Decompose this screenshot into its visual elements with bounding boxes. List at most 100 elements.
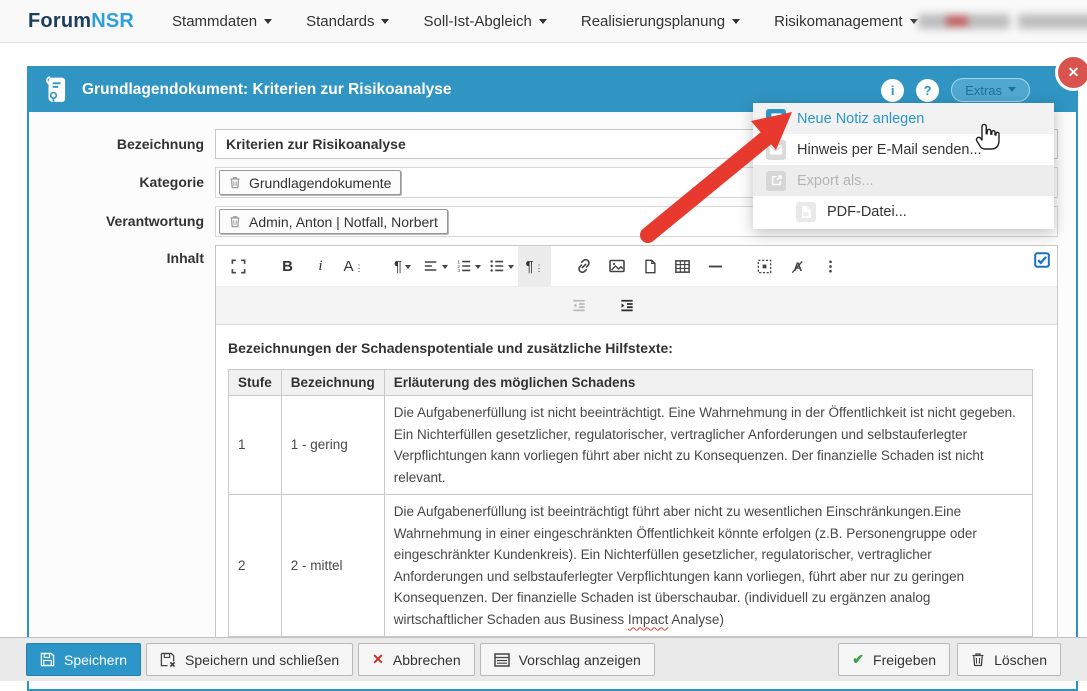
fullscreen-button[interactable] [222, 246, 255, 286]
editor-content[interactable]: Bezeichnungen der Schadenspotentiale und… [216, 325, 1057, 637]
text-format-more-button[interactable]: A⋮ [337, 246, 370, 286]
paragraph-style-button[interactable]: ¶⋮ [518, 246, 551, 286]
unordered-list-button[interactable] [485, 246, 518, 286]
col-header-stufe[interactable]: Stufe [229, 370, 282, 396]
caret-down-icon [264, 19, 272, 28]
cell-erlaeuterung[interactable]: Die Aufgabenerfüllung ist nicht beeinträ… [384, 396, 1032, 495]
outdent-button[interactable] [564, 292, 594, 320]
extras-label: Extras [965, 83, 1002, 98]
cell-bezeichnung[interactable]: 2 - mittel [281, 495, 384, 637]
close-icon: ✕ [1068, 64, 1080, 81]
abbrechen-button[interactable]: ✕ Abbrechen [358, 643, 474, 676]
speichern-und-schliessen-button[interactable]: Speichern und schließen [146, 643, 353, 676]
close-button[interactable]: ✕ [1058, 57, 1087, 88]
user-menu[interactable]: (ADMINISTRATOR) [918, 3, 1087, 39]
cell-stufe[interactable]: 1 [229, 396, 282, 495]
select-all-button[interactable] [748, 246, 781, 286]
more-options-button[interactable] [814, 246, 847, 286]
kategorie-token-label: Grundlagendokumente [249, 175, 391, 191]
menu-standards[interactable]: Standards [306, 13, 389, 30]
editor-toolbar: B i A⋮ ¶ [216, 246, 1057, 287]
menu-label: Stammdaten [172, 13, 257, 30]
redacted-username [918, 14, 1010, 29]
fullscreen-icon [230, 258, 247, 275]
col-header-bezeichnung[interactable]: Bezeichnung [281, 370, 384, 396]
export-icon [766, 171, 786, 191]
save-close-icon [160, 652, 176, 668]
unordered-list-icon [489, 258, 505, 274]
file-icon [642, 258, 658, 275]
trash-icon[interactable] [229, 215, 241, 228]
info-button[interactable]: i [881, 79, 904, 102]
insert-link-button[interactable] [567, 246, 600, 286]
editor-checkbox[interactable] [1034, 252, 1050, 273]
indent-button[interactable] [612, 292, 642, 320]
caret-down-icon [405, 265, 411, 272]
freigeben-button[interactable]: ✔ Freigeben [838, 643, 950, 676]
insert-hr-button[interactable] [699, 246, 732, 286]
spellcheck-word: Impact [628, 612, 669, 627]
ordered-list-icon: 1 2 3 [456, 258, 472, 274]
menu-label: Risikomanagement [774, 13, 902, 30]
note-icon [766, 109, 786, 129]
caret-down-icon [910, 19, 918, 28]
app-logo[interactable]: ForumNSR [28, 10, 134, 33]
loeschen-button[interactable]: Löschen [957, 643, 1061, 676]
cell-bezeichnung[interactable]: 1 - gering [281, 396, 384, 495]
info-icon: i [891, 83, 895, 98]
speichern-button[interactable]: Speichern [26, 643, 141, 676]
font-options-icon: A⋮ [343, 258, 363, 275]
content-heading: Bezeichnungen der Schadenspotentiale und… [228, 340, 1045, 356]
menu-label: Standards [306, 13, 374, 30]
checkbox-checked-icon [1034, 252, 1050, 268]
check-icon: ✔ [852, 651, 864, 668]
table-row: 2 2 - mittel Die Aufgabenerfüllung ist b… [229, 495, 1033, 637]
cell-erlaeuterung[interactable]: Die Aufgabenerfüllung ist beeinträchtigt… [384, 495, 1032, 637]
kategorie-token[interactable]: Grundlagendokumente [219, 170, 401, 195]
table-header-row: Stufe Bezeichnung Erläuterung des möglic… [229, 370, 1033, 396]
verantwortung-token[interactable]: Admin, Anton | Notfall, Norbert [219, 209, 448, 234]
bold-button[interactable]: B [271, 246, 304, 286]
cell-stufe[interactable]: 2 [229, 495, 282, 637]
menu-realisierungsplanung[interactable]: Realisierungsplanung [581, 13, 740, 30]
menu-label: Realisierungsplanung [581, 13, 725, 30]
button-label: Freigeben [873, 652, 936, 668]
ordered-list-button[interactable]: 1 2 3 [452, 246, 485, 286]
help-button[interactable]: ? [916, 79, 939, 102]
paragraph-style-icon: ¶⋮ [525, 258, 543, 275]
menu-stammdaten[interactable]: Stammdaten [172, 13, 272, 30]
trash-icon [971, 652, 985, 667]
bold-icon: B [282, 258, 293, 275]
col-header-erlaeuterung[interactable]: Erläuterung des möglichen Schadens [384, 370, 1032, 396]
cell-text: Analyse) [668, 612, 724, 627]
table-row: 1 1 - gering Die Aufgabenerfüllung ist n… [229, 396, 1033, 495]
caret-down-icon [539, 19, 547, 28]
footer-right-group: ✔ Freigeben Löschen [838, 643, 1061, 676]
menu-soll-ist-abgleich[interactable]: Soll-Ist-Abgleich [423, 13, 546, 30]
insert-table-button[interactable] [666, 246, 699, 286]
insert-file-button[interactable] [633, 246, 666, 286]
envelope-icon [766, 140, 786, 160]
action-button-bar: Speichern Speichern und schließen ✕ Abbr… [0, 637, 1087, 681]
insert-image-button[interactable] [600, 246, 633, 286]
italic-button[interactable]: i [304, 246, 337, 286]
bezeichnung-label: Bezeichnung [29, 129, 215, 159]
caret-down-icon [475, 265, 481, 272]
menu-risikomanagement[interactable]: Risikomanagement [774, 13, 917, 30]
paragraph-format-button[interactable]: ¶ [386, 246, 419, 286]
rich-text-editor: B i A⋮ ¶ [215, 245, 1058, 639]
align-button[interactable] [419, 246, 452, 286]
select-all-icon [756, 258, 773, 275]
menu-item-neue-notiz[interactable]: Neue Notiz anlegen [753, 103, 1054, 134]
menu-item-label: Export als... [797, 173, 874, 189]
extras-dropdown-button[interactable]: Extras [951, 78, 1030, 102]
clear-formatting-button[interactable]: A [781, 246, 814, 286]
caret-down-icon [508, 265, 514, 272]
menu-item-email-hinweis[interactable]: Hinweis per E-Mail senden... [753, 134, 1054, 165]
vorschlag-anzeigen-button[interactable]: Vorschlag anzeigen [480, 643, 655, 676]
menu-item-pdf-datei[interactable]: PDF-Datei... [753, 196, 1054, 227]
trash-icon[interactable] [229, 176, 241, 189]
dialog-title: Grundlagendokument: Kriterien zur Risiko… [82, 81, 869, 99]
app-logo-part2: NSR [91, 10, 134, 32]
svg-text:3: 3 [457, 268, 460, 274]
